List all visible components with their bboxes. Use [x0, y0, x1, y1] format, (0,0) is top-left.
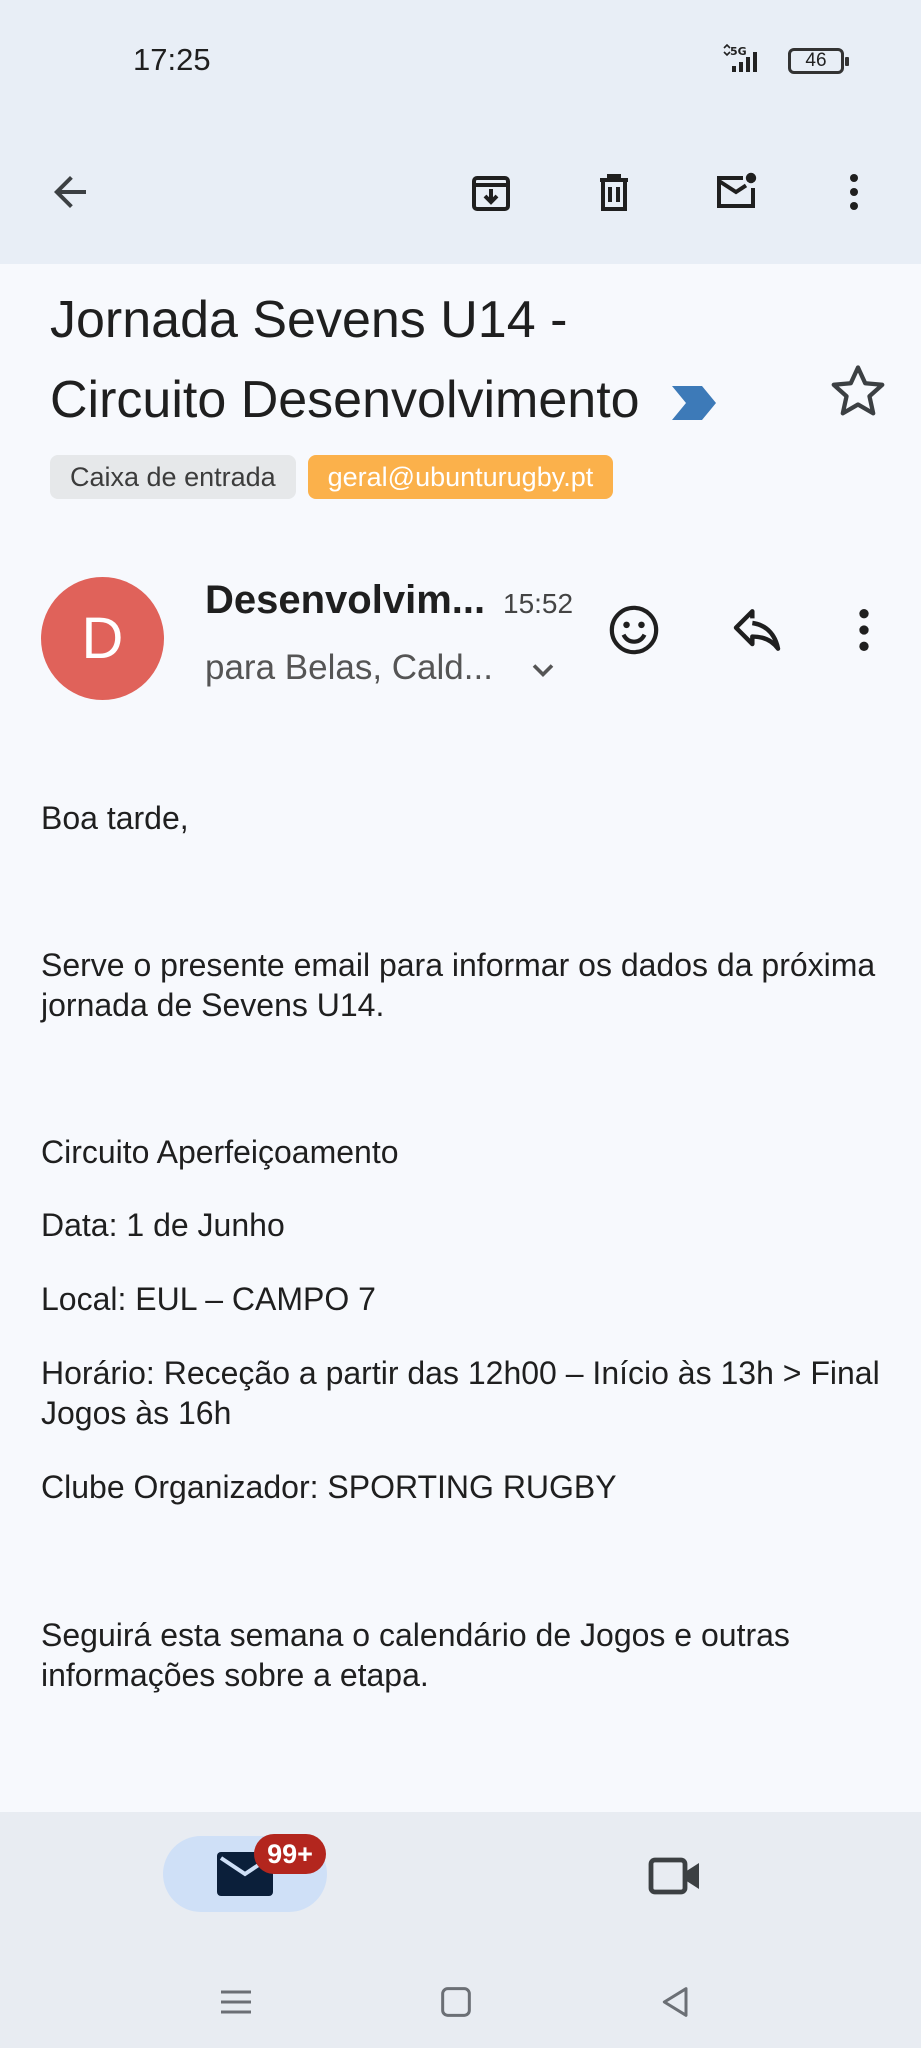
top-toolbar [0, 120, 921, 264]
bottom-navigation: 99+ [0, 1812, 921, 2048]
email-subject: Jornada Sevens U14 - Circuito Desenvolvi… [50, 280, 810, 440]
reply-button[interactable] [721, 594, 793, 666]
organizer-line: Clube Organizador: SPORTING RUGBY [41, 1469, 617, 1505]
more-vert-icon [859, 609, 869, 651]
circuit-line: Circuito Aperfeiçoamento [41, 1134, 399, 1170]
back-button[interactable] [34, 156, 106, 228]
archive-icon [472, 176, 510, 211]
system-home-button[interactable] [426, 1972, 486, 2032]
menu-icon [221, 1990, 251, 2014]
subject-line-1: Jornada Sevens U14 - [50, 291, 568, 349]
svg-text:5G: 5G [730, 45, 747, 58]
date-line: Data: 1 de Junho [41, 1207, 285, 1243]
chevron-down-icon[interactable] [525, 652, 561, 688]
triangle-back-icon [662, 1987, 688, 2017]
location-line: Local: EUL – CAMPO 7 [41, 1281, 376, 1317]
trash-icon [600, 174, 628, 211]
more-options-button[interactable] [818, 156, 890, 228]
label-chips: Caixa de entrada geral@ubunturugby.pt [50, 455, 614, 499]
status-bar: 17:25 5G 46 [0, 0, 921, 120]
subject-line-2-wrap: Circuito Desenvolvimento [50, 360, 810, 440]
signal-5g-icon: 5G [723, 44, 757, 72]
importance-marker-icon[interactable] [672, 386, 717, 421]
avatar[interactable]: D [41, 577, 164, 700]
sent-time: 15:52 [503, 588, 574, 619]
followup-paragraph: Seguirá esta semana o calendário de Jogo… [41, 1617, 790, 1693]
smiley-icon [609, 605, 659, 655]
video-camera-icon [648, 1857, 699, 1895]
home-square-icon [441, 1987, 471, 2017]
mark-unread-button[interactable] [700, 156, 772, 228]
emoji-reaction-button[interactable] [598, 594, 670, 666]
intro-paragraph: Serve o presente email para informar os … [41, 947, 876, 1023]
more-vert-icon [850, 174, 858, 210]
archive-button[interactable] [455, 156, 527, 228]
sender-name[interactable]: Desenvolvim... [205, 578, 485, 623]
recipients[interactable]: para Belas, Cald... [205, 648, 493, 688]
mail-unread-icon [717, 172, 757, 208]
reply-icon [733, 609, 781, 651]
meet-tab[interactable] [640, 1840, 712, 1912]
battery-indicator: 46 [788, 48, 849, 74]
message-more-button[interactable] [828, 594, 900, 666]
label-inbox[interactable]: Caixa de entrada [50, 455, 296, 499]
subject-line-2: Circuito Desenvolvimento [50, 371, 640, 429]
greeting: Boa tarde, [41, 800, 189, 836]
status-time: 17:25 [133, 42, 211, 77]
schedule-line: Horário: Receção a partir das 12h00 – In… [41, 1355, 880, 1431]
delete-button[interactable] [578, 156, 650, 228]
system-menu-button[interactable] [206, 1972, 266, 2032]
star-icon[interactable] [826, 360, 890, 424]
system-back-button[interactable] [646, 1972, 706, 2032]
unread-count-badge: 99+ [254, 1834, 326, 1874]
arrow-back-icon [54, 176, 86, 208]
label-geral[interactable]: geral@ubunturugby.pt [307, 455, 614, 499]
